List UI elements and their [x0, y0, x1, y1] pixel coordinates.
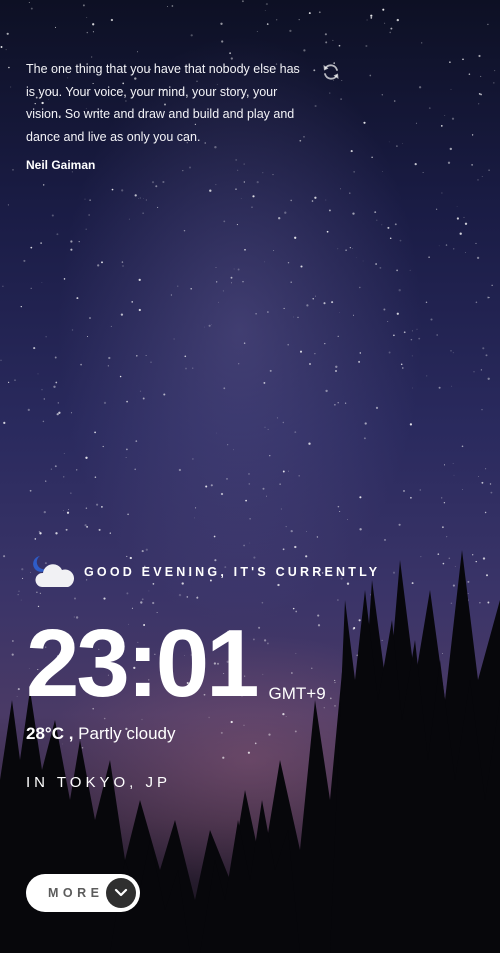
quote-text: The one thing that you have that nobody …	[26, 62, 300, 144]
greeting-text: GOOD EVENING, IT'S CURRENTLY	[84, 565, 381, 579]
more-button-label: MORE	[48, 886, 104, 900]
weather-condition: Partly cloudy	[78, 724, 176, 743]
timezone-label: GMT+9	[268, 684, 326, 703]
temperature: 28°C ,	[26, 724, 74, 743]
quote-author: Neil Gaiman	[26, 158, 96, 172]
time-display: 23:01	[26, 610, 260, 717]
weather-summary: 28°C , Partly cloudy	[26, 724, 176, 744]
moon-cloud-icon	[30, 554, 75, 590]
quote-block: The one thing that you have that nobody …	[26, 58, 311, 172]
greeting: GOOD EVENING, IT'S CURRENTLY	[30, 554, 380, 590]
refresh-icon[interactable]	[321, 62, 341, 82]
location-text: IN TOKYO, JP	[26, 774, 171, 791]
chevron-down-icon	[106, 878, 136, 908]
more-button[interactable]: MORE	[26, 874, 140, 912]
clock: 23:01 GMT+9	[26, 612, 326, 716]
